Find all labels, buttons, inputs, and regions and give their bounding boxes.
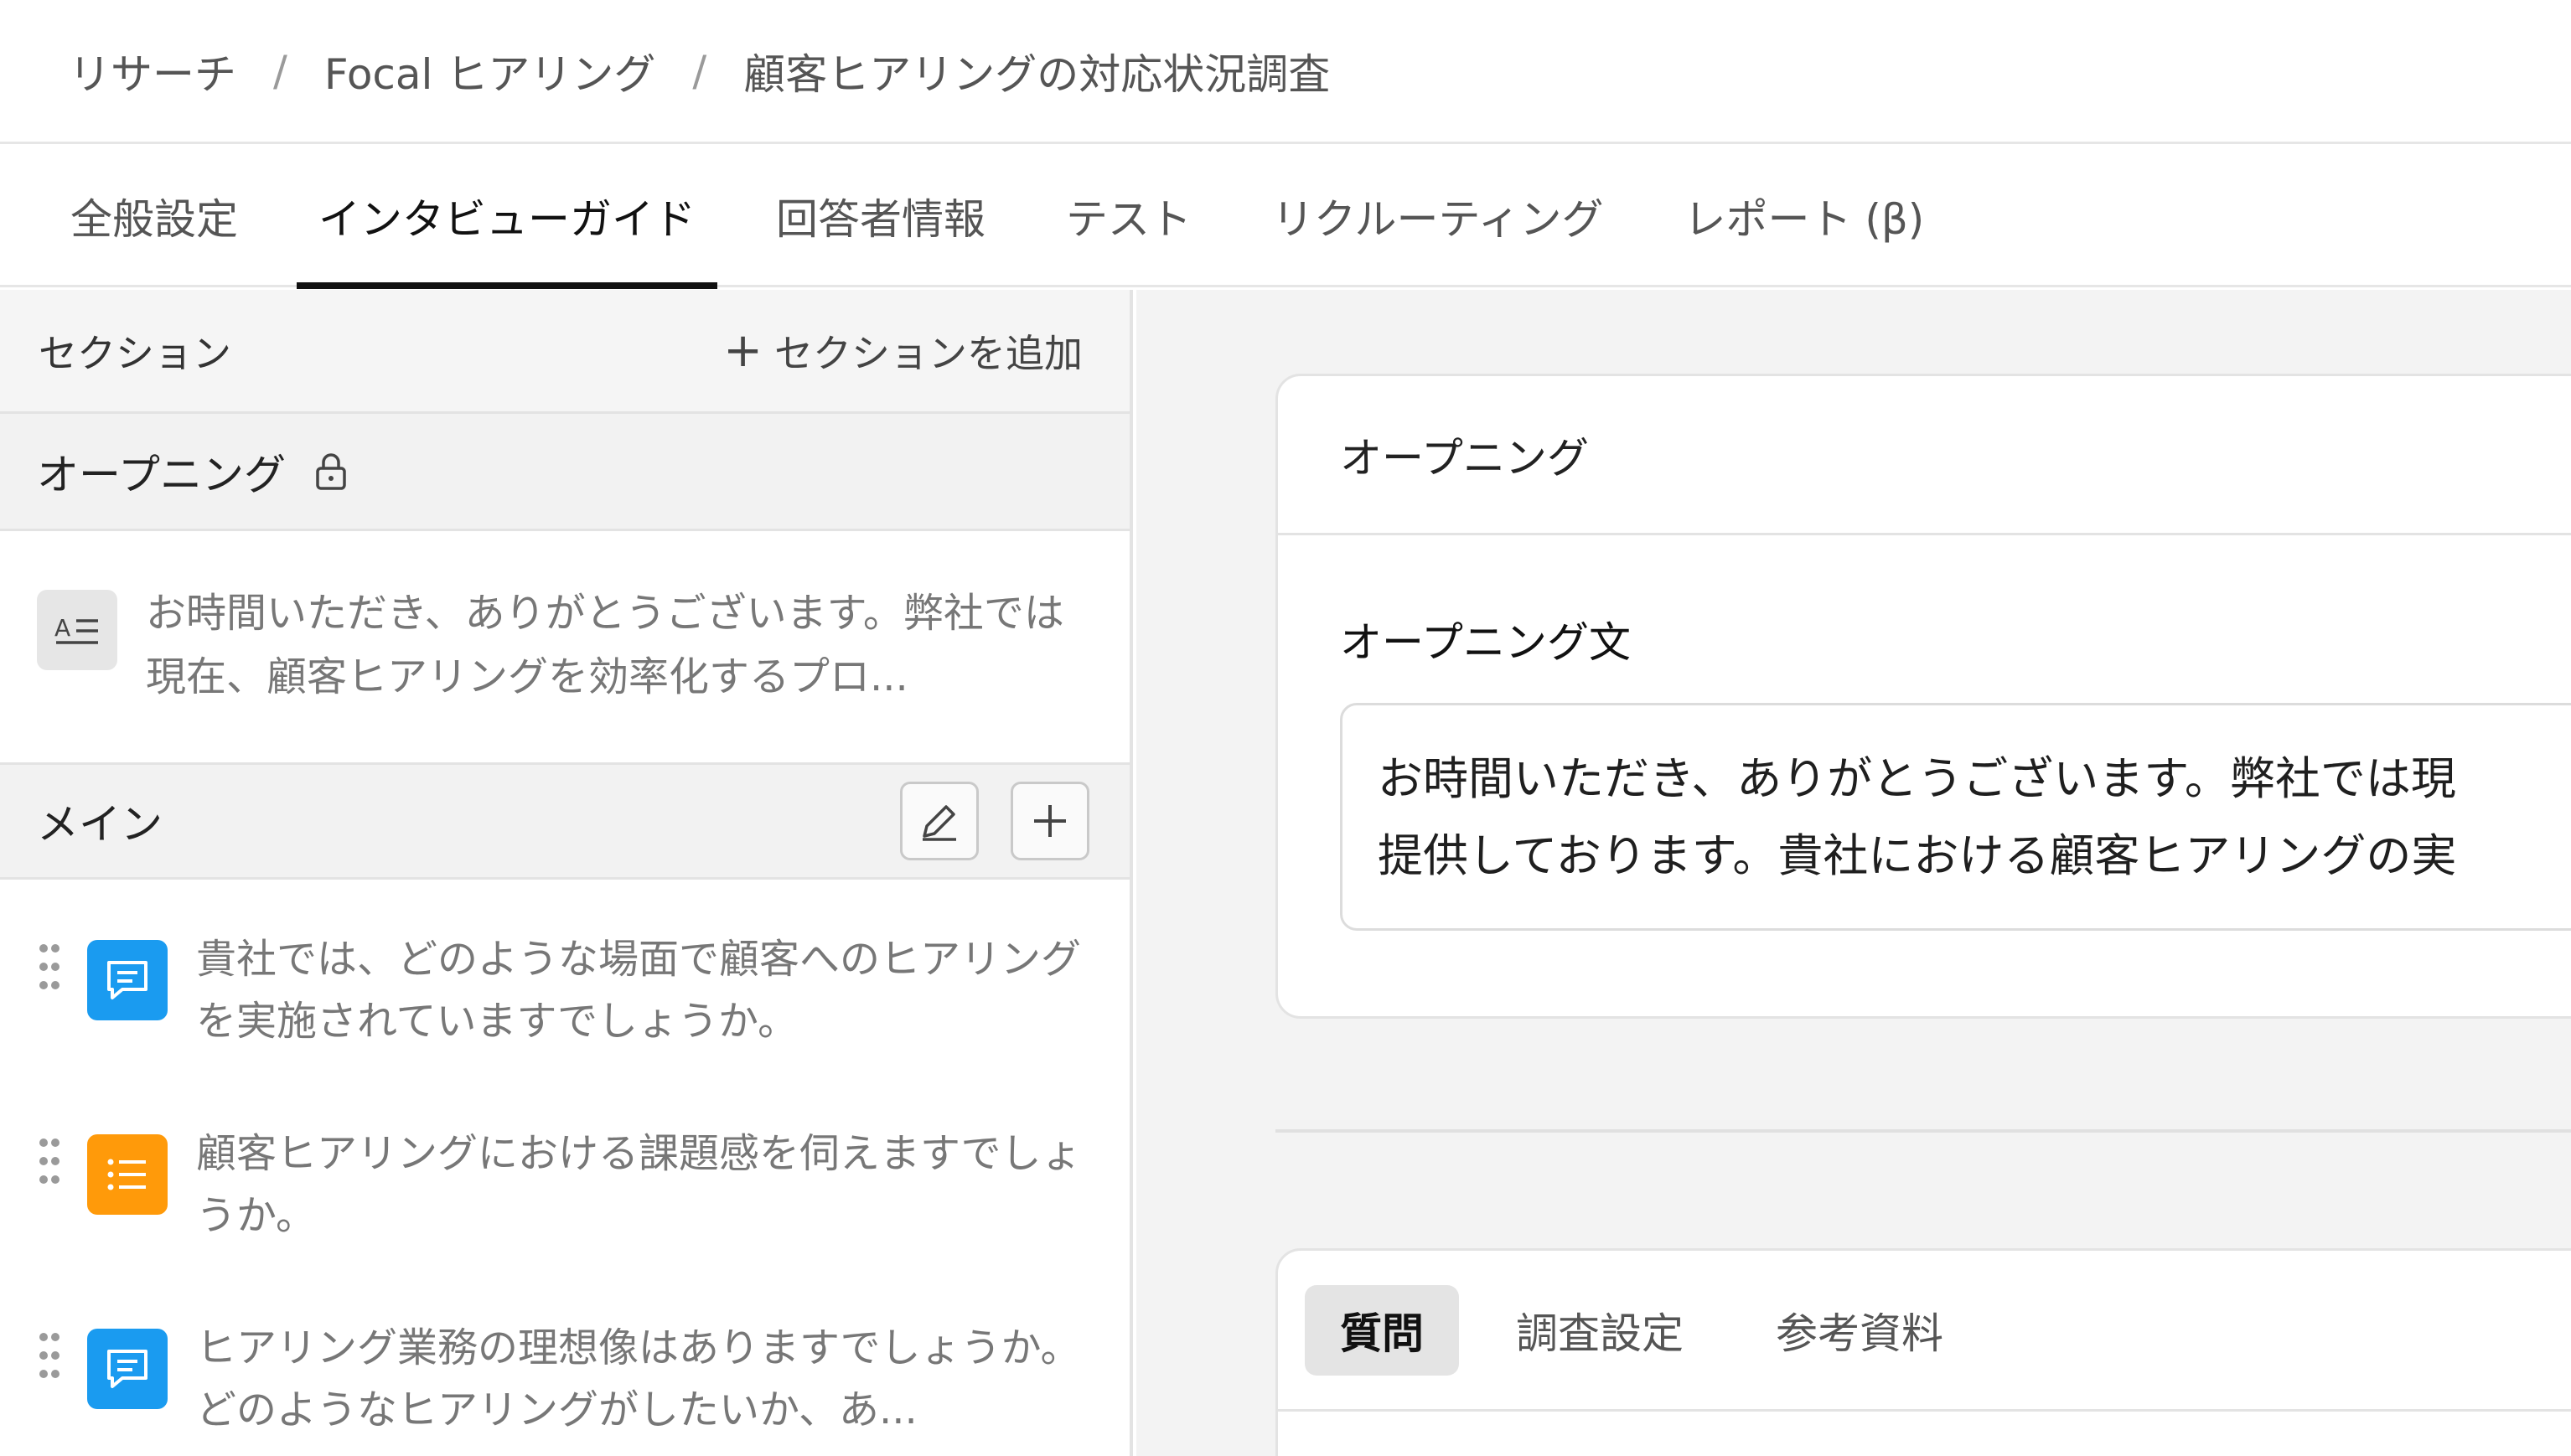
edit-section-button[interactable]	[900, 782, 979, 860]
opening-text-item[interactable]: A お時間いただき、ありがとうございます。弊社では現在、顧客ヒアリングを効率化す…	[0, 531, 1130, 762]
lock-icon	[316, 452, 346, 490]
pencil-icon	[923, 805, 956, 841]
question-text: ヒアリング業務の理想像はありますでしょうか。どのようなヒアリングがしたいか、あ.…	[196, 1324, 1081, 1433]
tab-report[interactable]: レポート (β)	[1684, 146, 1925, 287]
plus-icon	[1034, 805, 1066, 837]
section-opening[interactable]: オープニング	[0, 414, 1130, 531]
section-actions	[900, 782, 1089, 860]
tab-test[interactable]: テスト	[1066, 146, 1192, 287]
chat-icon	[87, 940, 168, 1020]
tab-general-settings[interactable]: 全般設定	[70, 146, 238, 287]
question-item[interactable]: 顧客ヒアリングにおける課題感を伺えますでしょうか。	[0, 1123, 1130, 1317]
plus-icon: +	[723, 323, 763, 378]
chat-icon	[87, 1329, 168, 1409]
section-sidebar: セクション + セクションを追加 オープニング A お時間いただき、ありがとうご…	[0, 290, 1133, 1456]
opening-text-line: 提供しております。貴社における顧客ヒアリングの実	[1378, 829, 2457, 882]
question-settings-card: 質問 調査設定 参考資料	[1275, 1248, 2571, 1456]
breadcrumb-item-project[interactable]: Focal ヒアリング	[324, 41, 655, 101]
sub-tabs: 質問 調査設定 参考資料	[1278, 1251, 2571, 1412]
drag-handle-icon[interactable]	[37, 1136, 62, 1190]
breadcrumb-item-research[interactable]: リサーチ	[69, 41, 236, 101]
add-section-label: セクションを追加	[774, 330, 1083, 376]
breadcrumb-item-current: 顧客ヒアリングの対応状況調査	[743, 49, 1331, 99]
tab-interview-guide[interactable]: インタビューガイド	[297, 146, 717, 289]
add-section-button[interactable]: + セクションを追加	[723, 323, 1083, 379]
subtab-survey-settings[interactable]: 調査設定	[1481, 1285, 1719, 1376]
section-main-label: メイン	[37, 800, 163, 849]
section-header: セクション + セクションを追加	[0, 290, 1130, 414]
divider	[1275, 1129, 2571, 1133]
drag-handle-icon[interactable]	[37, 942, 62, 995]
question-text: 貴社では、どのような場面で顧客へのヒアリングを実施されていますでしょうか。	[196, 936, 1082, 1045]
section-header-label: セクション	[39, 330, 231, 376]
subtab-reference-materials[interactable]: 参考資料	[1741, 1285, 1979, 1376]
breadcrumb-separator: /	[273, 46, 287, 96]
breadcrumb: リサーチ / Focal ヒアリング / 顧客ヒアリングの対応状況調査	[0, 0, 2571, 144]
field-label: オープニング文	[1340, 618, 1631, 667]
opening-text-field[interactable]: お時間いただき、ありがとうございます。弊社では現 提供しております。貴社における…	[1340, 703, 2571, 931]
opening-text-line: お時間いただき、ありがとうございます。弊社では現	[1378, 752, 2456, 805]
question-text: 顧客ヒアリングにおける課題感を伺えますでしょうか。	[196, 1130, 1082, 1239]
text-block-icon: A	[37, 590, 117, 670]
editor-panel: オープニング オープニング文 お時間いただき、ありがとうございます。弊社では現 …	[1136, 290, 2571, 1456]
opening-card: オープニング オープニング文 お時間いただき、ありがとうございます。弊社では現 …	[1275, 374, 2571, 1019]
subtab-questions[interactable]: 質問	[1305, 1284, 1459, 1376]
card-title: オープニング	[1278, 376, 2571, 535]
question-list: 貴社では、どのような場面で顧客へのヒアリングを実施されていますでしょうか。 顧客…	[0, 880, 1130, 1456]
section-opening-label: オープニング	[37, 450, 286, 499]
opening-item-text: お時間いただき、ありがとうございます。弊社では現在、顧客ヒアリングを効率化するプ…	[146, 590, 1064, 700]
section-main[interactable]: メイン	[0, 762, 1130, 880]
breadcrumb-separator: /	[692, 46, 707, 96]
list-icon	[87, 1134, 168, 1215]
question-item[interactable]: ヒアリング業務の理想像はありますでしょうか。どのようなヒアリングがしたいか、あ.…	[0, 1317, 1130, 1456]
tab-respondent-info[interactable]: 回答者情報	[776, 146, 985, 287]
add-question-button[interactable]	[1011, 782, 1089, 860]
main-tabs: 全般設定 インタビューガイド 回答者情報 テスト リクルーティング レポート (…	[0, 146, 2571, 289]
svg-text:A: A	[54, 614, 70, 642]
tab-recruiting[interactable]: リクルーティング	[1272, 146, 1604, 287]
drag-handle-icon[interactable]	[37, 1330, 62, 1384]
question-item[interactable]: 貴社では、どのような場面で顧客へのヒアリングを実施されていますでしょうか。	[0, 928, 1130, 1123]
